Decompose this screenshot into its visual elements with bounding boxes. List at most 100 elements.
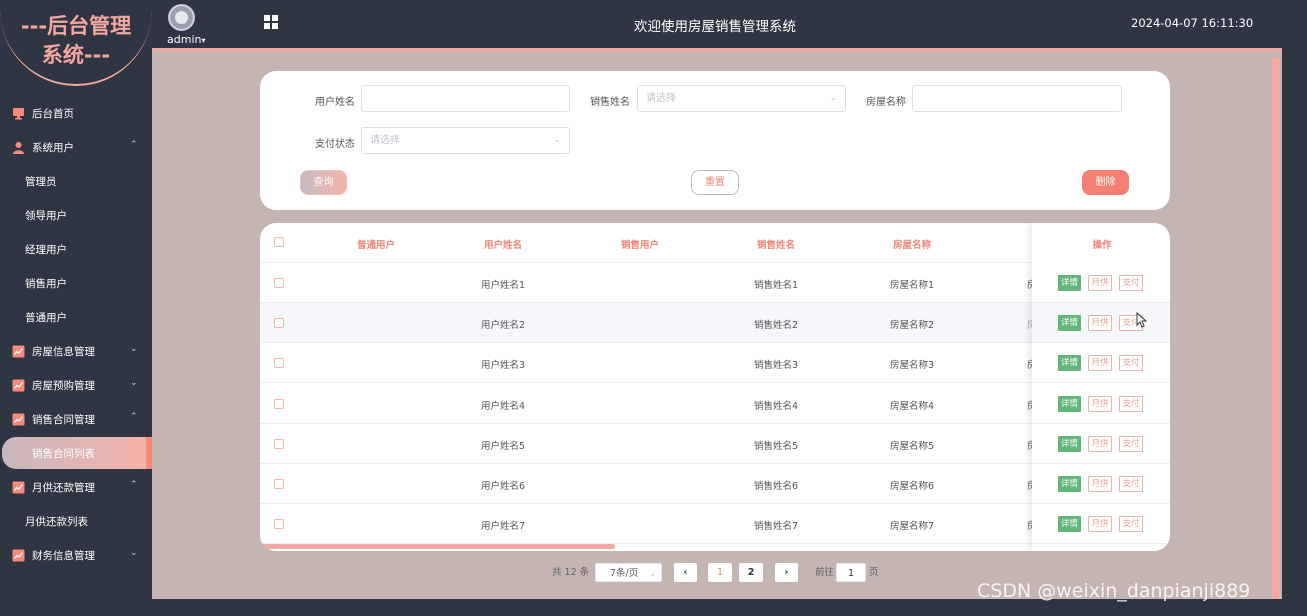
cell-user-name: 用户姓名3: [480, 360, 526, 372]
sidebar-subitem[interactable]: 管理员: [0, 164, 152, 198]
prev-page-button[interactable]: ‹: [674, 563, 697, 582]
row-checkbox[interactable]: [274, 438, 284, 449]
row-actions: 详情 月供 支付: [1032, 263, 1170, 303]
monthly-button[interactable]: 月供: [1088, 315, 1112, 332]
actions-header: 操作: [1092, 240, 1112, 251]
sidebar-item[interactable]: 财务信息管理 ⌄: [0, 538, 152, 572]
goto-page-input[interactable]: 1: [836, 563, 866, 582]
detail-button[interactable]: 详情: [1058, 435, 1081, 452]
cell-sales-name: 销售姓名5: [753, 440, 799, 452]
user-name-input[interactable]: [361, 85, 570, 112]
sales-name-select[interactable]: 请选择 ⌄: [637, 85, 846, 112]
row-checkbox[interactable]: [274, 479, 284, 489]
monthly-button[interactable]: 月供: [1088, 395, 1112, 412]
next-page-button[interactable]: ›: [775, 563, 798, 582]
sidebar-item-label: 财务信息管理: [32, 549, 95, 562]
detail-button[interactable]: 详情: [1058, 476, 1081, 492]
pay-button[interactable]: 支付: [1119, 355, 1143, 372]
cell-user-name: 用户姓名2: [480, 320, 526, 332]
sidebar-subitem[interactable]: 销售合同列表: [2, 437, 152, 469]
sidebar-item[interactable]: 房屋预购管理 ⌄: [0, 368, 152, 402]
page-button[interactable]: 1: [708, 563, 732, 582]
cell-sales-name: 销售姓名7: [753, 521, 799, 533]
user-name-label: 用户姓名: [315, 97, 355, 108]
sidebar-item[interactable]: 销售合同管理 ⌃: [0, 402, 152, 436]
chevron-up-icon: ⌃: [130, 140, 138, 150]
sidebar-item[interactable]: 月供还款管理 ⌃: [0, 470, 152, 504]
chart-icon: [12, 549, 25, 561]
house-name-input[interactable]: [912, 85, 1122, 112]
detail-button[interactable]: 详情: [1058, 355, 1081, 372]
sales-name-placeholder: 请选择: [646, 93, 676, 104]
row-checkbox[interactable]: [274, 398, 284, 409]
watermark: CSDN @weixin_danpianji889: [977, 580, 1251, 602]
sidebar-item[interactable]: 后台首页: [0, 96, 152, 130]
row-checkbox[interactable]: [274, 519, 284, 530]
detail-button[interactable]: 详情: [1058, 395, 1081, 412]
column-header: 销售用户: [620, 240, 659, 251]
horizontal-scrollbar[interactable]: [260, 544, 615, 549]
user-icon: [13, 141, 24, 154]
sidebar-item[interactable]: 房屋信息管理 ⌄: [0, 334, 152, 368]
column-header: 用户姓名: [483, 240, 522, 251]
row-actions: 详情 月供 支付: [1032, 423, 1170, 464]
detail-button[interactable]: 详情: [1058, 275, 1081, 291]
detail-button[interactable]: 详情: [1058, 516, 1081, 533]
row-checkbox[interactable]: [274, 278, 284, 288]
row-actions: 详情 月供 支付: [1032, 343, 1170, 384]
sidebar-subitem[interactable]: 领导用户: [0, 198, 152, 232]
pay-button[interactable]: 支付: [1119, 516, 1143, 533]
pay-button[interactable]: 支付: [1119, 476, 1143, 492]
cell-user-name: 用户姓名5: [480, 440, 526, 452]
sidebar-subitem[interactable]: 经理用户: [0, 232, 152, 266]
sidebar-subitem[interactable]: 普通用户: [0, 300, 152, 334]
pay-button[interactable]: 支付: [1119, 275, 1143, 291]
chart-icon: [12, 481, 25, 493]
select-all-checkbox[interactable]: [274, 237, 284, 247]
monthly-button[interactable]: 月供: [1088, 435, 1112, 452]
sidebar-subitem[interactable]: 销售用户: [0, 266, 152, 300]
cell-user-name: 用户姓名1: [480, 280, 526, 291]
chevron-down-icon: ⌄: [130, 548, 138, 558]
page-size-select[interactable]: 7条/页 ⌄: [595, 563, 662, 582]
pay-status-placeholder: 请选择: [370, 135, 400, 146]
column-header: 普通用户: [356, 240, 395, 251]
monthly-button[interactable]: 月供: [1088, 355, 1112, 372]
delete-button[interactable]: 删除: [1082, 170, 1129, 195]
username: admin: [167, 33, 202, 46]
sidebar-item-label: 房屋信息管理: [32, 345, 95, 358]
pay-status-label: 支付状态: [315, 139, 355, 150]
row-checkbox[interactable]: [274, 358, 284, 369]
sidebar-subitem[interactable]: 月供还款列表: [0, 504, 152, 538]
detail-button[interactable]: 详情: [1058, 315, 1081, 332]
monthly-button[interactable]: 月供: [1088, 275, 1112, 291]
pay-button[interactable]: 支付: [1119, 395, 1143, 412]
row-checkbox[interactable]: [274, 318, 284, 329]
total-count: 共 12 条: [552, 567, 590, 578]
actions-column: 操作 详情 月供 支付 详情 月供 支付 详情 月供 支付 详情 月供 支付 详情 月供 支付 详情 月供 支付详…: [1032, 223, 1170, 551]
chevron-down-icon: ⌄: [553, 135, 561, 145]
cell-house-name: 房屋名称3: [889, 360, 935, 372]
monthly-button[interactable]: 月供: [1088, 516, 1112, 533]
reset-button[interactable]: 重置: [691, 170, 739, 195]
sidebar-item-label: 月供还款管理: [32, 481, 95, 494]
chevron-up-icon: ⌃: [130, 480, 138, 490]
pay-status-select[interactable]: 请选择 ⌄: [361, 127, 570, 154]
sidebar-item-label: 房屋预购管理: [32, 379, 95, 392]
grid-menu-icon[interactable]: [264, 15, 278, 29]
page-suffix: 页: [869, 567, 879, 578]
user-menu[interactable]: admin▾: [167, 33, 205, 46]
vertical-scrollbar[interactable]: [1272, 58, 1280, 599]
page-button[interactable]: 2: [739, 563, 763, 582]
monthly-button[interactable]: 月供: [1088, 476, 1112, 492]
logo: ---后台管理 系统---: [0, 0, 152, 86]
avatar[interactable]: [168, 4, 195, 31]
chevron-down-icon: ⌄: [829, 93, 837, 103]
pay-button[interactable]: 支付: [1119, 435, 1143, 452]
query-button[interactable]: 查询: [300, 170, 347, 195]
sidebar-item[interactable]: 系统用户 ⌃: [0, 130, 152, 164]
sidebar-item-label: 月供还款列表: [25, 515, 88, 528]
row-actions: 详情 月供 支付: [1032, 464, 1170, 504]
row-actions: 详情 月供 支付: [1032, 383, 1170, 424]
cell-sales-name: 销售姓名1: [753, 280, 799, 291]
